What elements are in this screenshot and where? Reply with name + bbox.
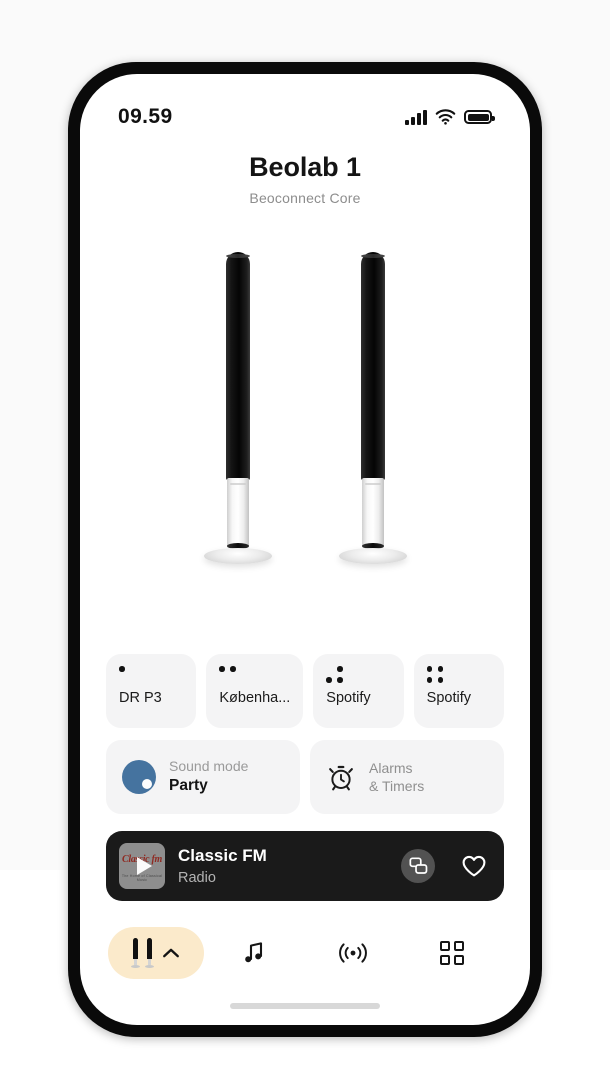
preset-tile-3[interactable]: Spotify (313, 654, 404, 728)
nav-item-grid[interactable] (437, 938, 467, 968)
alarms-timers-text: Alarms & Timers (369, 759, 424, 796)
music-note-icon (244, 942, 262, 963)
alarm-clock-icon (329, 765, 353, 791)
beolab-speakers-illustration (80, 234, 530, 564)
battery-full-icon (464, 110, 495, 124)
grid-squares-icon (440, 941, 465, 965)
bottom-navigation (80, 927, 530, 979)
speaker-foot (203, 548, 272, 564)
preset-tiles-row: DR P3 Københa... Spotify Spotify (106, 654, 505, 728)
page-subtitle: Beoconnect Core (249, 190, 361, 206)
speaker-base-column (361, 478, 384, 548)
wifi-icon (435, 109, 456, 125)
preset-label: Spotify (326, 690, 371, 706)
status-bar: 09.59 (80, 100, 530, 134)
page-title: Beolab 1 (249, 152, 361, 182)
speakers-pill-icon-second (145, 938, 154, 968)
album-art-tagline: The Home of Classical Music (121, 874, 163, 882)
speaker-column (225, 252, 250, 480)
status-bar-time: 09.59 (118, 105, 173, 128)
preset-label: DR P3 (119, 690, 162, 706)
heart-outline-icon[interactable] (461, 853, 487, 879)
chevron-up-icon (163, 948, 179, 958)
alarms-label-line2: & Timers (369, 778, 425, 794)
play-triangle-icon (137, 857, 152, 875)
now-playing-bar[interactable]: Classic fm The Home of Classical Music C… (106, 831, 504, 901)
sound-mode-value: Party (169, 777, 208, 795)
phone-screen: 09.59 Beolab 1 Beoconnect Core DR P3 Køb… (80, 74, 530, 1025)
nav-item-broadcast[interactable] (338, 938, 368, 968)
nav-item-music[interactable] (239, 938, 269, 968)
page-header: Beolab 1 Beoconnect Core (80, 152, 530, 206)
phone-device-frame: 09.59 Beolab 1 Beoconnect Core DR P3 Køb… (68, 62, 542, 1037)
multiroom-button[interactable] (401, 849, 435, 883)
preset-label: Københa... (219, 690, 291, 706)
now-playing-text: Classic FM Radio (178, 845, 388, 886)
preset-label: Spotify (426, 690, 471, 706)
speaker-left (203, 252, 272, 564)
sound-mode-card[interactable]: Sound mode Party (106, 740, 300, 814)
screenshot-root: 09.59 Beolab 1 Beoconnect Core DR P3 Køb… (0, 0, 610, 1090)
status-bar-icons (405, 109, 495, 125)
now-playing-title: Classic FM (178, 846, 267, 866)
now-playing-subtitle: Radio (178, 869, 216, 886)
nav-speakers-active-pill[interactable] (108, 927, 204, 979)
speaker-foot (338, 548, 407, 564)
preset-four-dots-icon (426, 666, 491, 690)
sound-mode-circle-icon (122, 760, 156, 794)
preset-two-dots-icon (219, 666, 290, 690)
sound-mode-label: Sound mode (169, 758, 249, 775)
speaker-column (360, 252, 385, 480)
sound-mode-text: Sound mode Party (169, 758, 248, 796)
nav-items (204, 938, 502, 968)
preset-tile-2[interactable]: Københa... (206, 654, 304, 728)
alarms-timers-card[interactable]: Alarms & Timers (310, 740, 504, 814)
preset-tile-4[interactable]: Spotify (413, 654, 505, 728)
action-cards-row: Sound mode Party Alarms & Timers (106, 740, 504, 814)
multiroom-overlap-icon (408, 856, 427, 874)
preset-tile-1[interactable]: DR P3 (106, 654, 197, 728)
speaker-right (338, 252, 407, 564)
alarms-label-line1: Alarms (369, 759, 413, 776)
broadcast-waves-icon (339, 943, 367, 963)
speakers-pill-icon (131, 938, 140, 968)
cellular-bars-icon (405, 109, 427, 125)
preset-one-dot-icon (119, 666, 183, 690)
preset-three-dots-icon (326, 666, 390, 690)
album-art: Classic fm The Home of Classical Music (119, 843, 165, 889)
speaker-base-column (226, 478, 249, 548)
home-indicator-bar (230, 1003, 380, 1009)
